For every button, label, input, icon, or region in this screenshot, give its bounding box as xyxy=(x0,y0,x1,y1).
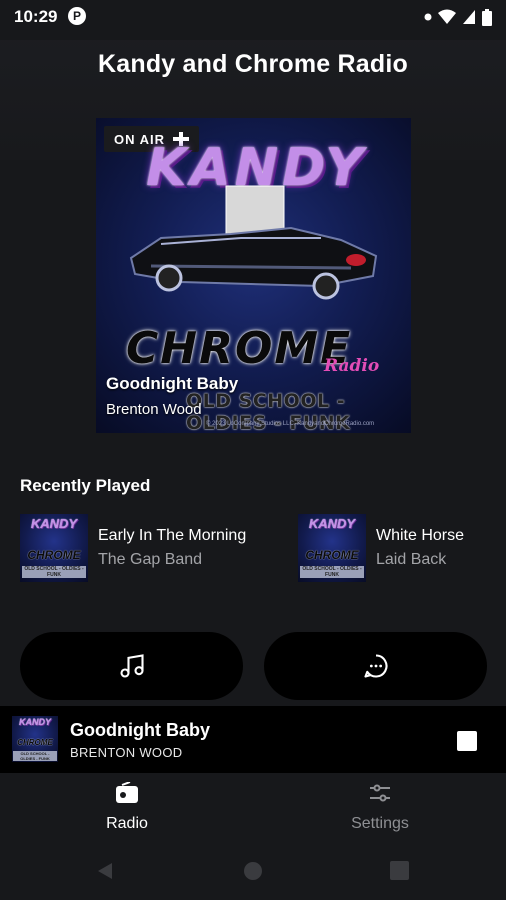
mini-player-thumbnail: KANDY CHROME OLD SCHOOL - OLDIES - FUNK xyxy=(12,716,58,762)
album-artwork[interactable]: ON AIR KANDY CHROME Radio OLD SCHOOL - O… xyxy=(96,118,411,433)
music-note-icon xyxy=(119,654,144,678)
recent-item[interactable]: KANDY CHROME OLD SCHOOL - OLDIES - FUNK … xyxy=(298,513,464,583)
thumb-logo-bottom: CHROME xyxy=(17,738,53,747)
app-notification-icon: P xyxy=(68,7,86,25)
recent-item-title: White Horse xyxy=(376,527,465,544)
lowrider-car-illustration xyxy=(129,185,378,300)
thumb-genres: OLD SCHOOL - OLDIES - FUNK xyxy=(300,566,364,578)
status-time: 10:29 xyxy=(14,7,58,26)
thumb-logo-bottom: CHROME xyxy=(305,548,359,562)
recently-played-heading: Recently Played xyxy=(20,476,151,495)
sliders-icon xyxy=(370,784,390,802)
chat-bubble-icon xyxy=(363,654,387,678)
thumb-logo-top: KANDY xyxy=(308,516,356,531)
nav-item-radio[interactable]: Radio xyxy=(67,781,187,833)
thumb-genres: OLD SCHOOL - OLDIES - FUNK xyxy=(13,751,57,761)
status-icons xyxy=(424,8,492,26)
back-icon[interactable] xyxy=(95,861,115,881)
recent-item-thumbnail: KANDY CHROME OLD SCHOOL - OLDIES - FUNK xyxy=(298,514,366,582)
thumb-genres: OLD SCHOOL - OLDIES - FUNK xyxy=(22,566,86,578)
notification-dot-icon xyxy=(424,13,432,21)
now-playing-title: Goodnight Baby xyxy=(106,374,239,393)
artwork-credit: © 2023 LoCompany Studios LLC. KandyandCh… xyxy=(206,421,375,427)
system-navigation-bar xyxy=(0,850,506,900)
radio-icon xyxy=(116,781,138,803)
nav-label-settings: Settings xyxy=(351,815,409,832)
status-bar: 10:29 P xyxy=(0,0,506,34)
thumb-logo-bottom: CHROME xyxy=(27,548,81,562)
wifi-icon xyxy=(438,9,456,24)
song-request-button[interactable] xyxy=(20,632,243,700)
recent-item-thumbnail: KANDY CHROME OLD SCHOOL - OLDIES - FUNK xyxy=(20,514,88,582)
thumb-logo-top: KANDY xyxy=(18,717,51,727)
recents-icon[interactable] xyxy=(390,861,409,880)
mini-player-title: Goodnight Baby xyxy=(70,720,210,740)
now-playing-artist: Brenton Wood xyxy=(106,401,202,418)
app-title: Kandy and Chrome Radio xyxy=(98,50,408,78)
mini-player-artist: BRENTON WOOD xyxy=(70,745,183,760)
stop-button[interactable] xyxy=(457,731,477,751)
recent-item-artist: The Gap Band xyxy=(98,551,203,568)
battery-icon xyxy=(482,8,492,26)
radio-script-text: Radio xyxy=(324,356,380,376)
thumb-logo-top: KANDY xyxy=(30,516,78,531)
recent-item[interactable]: KANDY CHROME OLD SCHOOL - OLDIES - FUNK … xyxy=(20,513,246,583)
chat-button[interactable] xyxy=(264,632,487,700)
nav-label-radio: Radio xyxy=(106,815,148,832)
recent-item-title: Early In The Morning xyxy=(98,527,247,544)
nav-item-settings[interactable]: Settings xyxy=(320,782,440,833)
recent-item-artist: Laid Back xyxy=(376,551,447,568)
signal-icon xyxy=(463,10,475,24)
home-icon[interactable] xyxy=(243,861,263,881)
